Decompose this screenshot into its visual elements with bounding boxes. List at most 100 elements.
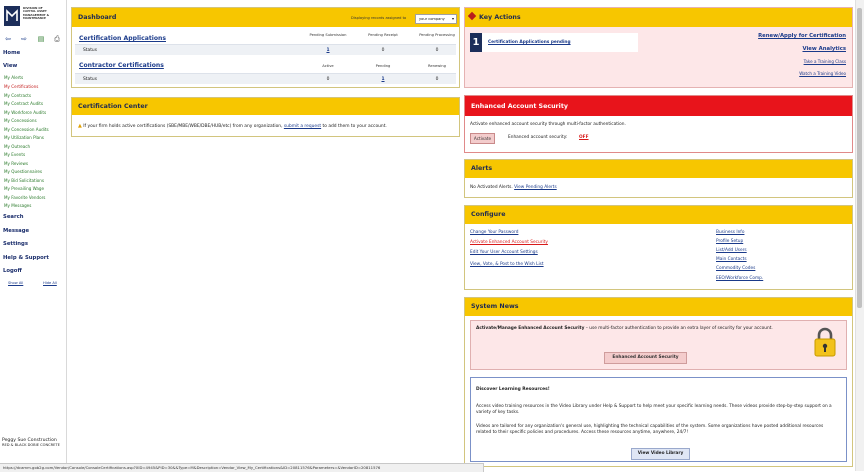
table-row: Status 0 1 0 bbox=[75, 73, 456, 84]
commodity-codes-link[interactable]: Commodity Codes bbox=[716, 266, 755, 271]
col-pending-processing: Pending Processing bbox=[419, 33, 455, 37]
contractor-certifications-link[interactable]: Contractor Certifications bbox=[79, 62, 164, 69]
view-pending-alerts-link[interactable]: View Pending Alerts bbox=[514, 185, 557, 190]
sidebar-item-my-messages[interactable]: My Messages bbox=[4, 203, 31, 208]
pending-count[interactable]: 1 bbox=[363, 77, 403, 82]
take-training-class-link[interactable]: Take a Training Class bbox=[804, 59, 846, 64]
sidebar-item-my-contract-audits[interactable]: My Contract Audits bbox=[4, 101, 43, 106]
row-label: Status bbox=[83, 48, 97, 53]
logo-text: Division of Capital Asset Management & M… bbox=[23, 6, 50, 21]
submit-request-link[interactable]: submit a request bbox=[284, 124, 321, 129]
security-status-label: Enhanced account security: bbox=[508, 135, 568, 140]
change-password-link[interactable]: Change Your Password bbox=[470, 230, 518, 235]
configure-title: Configure bbox=[471, 211, 506, 218]
table-row: Status 1 0 0 bbox=[75, 44, 456, 55]
show-all-link[interactable]: Show All bbox=[8, 281, 23, 285]
key-actions-header: Key Actions bbox=[465, 8, 852, 27]
enhanced-security-description: Activate enhanced account security throu… bbox=[470, 122, 626, 127]
enhanced-security-button[interactable]: Enhanced Account Security bbox=[604, 352, 687, 364]
edit-account-settings-link[interactable]: Edit Your User Account Settings bbox=[470, 250, 538, 255]
alerts-title: Alerts bbox=[471, 165, 493, 172]
sidebar-item-my-reviews[interactable]: My Reviews bbox=[4, 161, 28, 166]
company-info: Peggy Sue Construction Red & Black Dobie… bbox=[2, 438, 66, 449]
key-actions-title: Key Actions bbox=[479, 14, 521, 21]
forward-arrow-icon[interactable]: ⇨ bbox=[20, 35, 28, 43]
sidebar-item-my-utilization-plans[interactable]: My Utilization Plans bbox=[4, 135, 44, 140]
watch-training-video-link[interactable]: Watch a Training Video bbox=[799, 71, 846, 76]
certification-center-title: Certification Center bbox=[78, 103, 148, 110]
col-pending-receipt: Pending Receipt bbox=[368, 33, 398, 37]
nav-logoff[interactable]: Logoff bbox=[3, 268, 22, 274]
company-subname: Red & Black Dobie Concrete bbox=[2, 443, 60, 448]
displaying-label: Displaying records assigned to bbox=[351, 16, 407, 20]
active-count: 0 bbox=[326, 77, 330, 82]
nav-help-support[interactable]: Help & Support bbox=[3, 255, 49, 261]
nav-view[interactable]: View bbox=[3, 63, 17, 69]
pending-receipt-count: 0 bbox=[381, 48, 385, 53]
warning-icon: ▲ bbox=[78, 123, 82, 129]
sidebar-item-my-concessions[interactable]: My Concessions bbox=[4, 118, 37, 123]
sidebar-item-my-concession-audits[interactable]: My Concession Audits bbox=[4, 127, 49, 132]
security-status-value[interactable]: OFF bbox=[579, 135, 589, 140]
back-arrow-icon[interactable]: ⇦ bbox=[4, 35, 12, 43]
sidebar-item-my-prevailing-wage[interactable]: My Prevailing Wage bbox=[4, 186, 44, 191]
certification-applications-link[interactable]: Certification Applications bbox=[79, 35, 166, 42]
profile-setup-link[interactable]: Profile Setup bbox=[716, 239, 743, 244]
sidebar-item-my-outreach[interactable]: My Outreach bbox=[4, 144, 30, 149]
view-analytics-link[interactable]: View Analytics bbox=[802, 46, 846, 52]
sidebar-item-my-alerts[interactable]: My Alerts bbox=[4, 75, 23, 80]
learning-news-item: Discover Learning Resources! Access vide… bbox=[470, 377, 847, 462]
wish-list-link[interactable]: View, Vote, & Post to the Wish List bbox=[470, 262, 544, 267]
nav-search[interactable]: Search bbox=[3, 214, 24, 220]
view-video-library-button[interactable]: View Video Library bbox=[631, 448, 690, 460]
nav-message[interactable]: Message bbox=[3, 228, 29, 234]
print-icon[interactable]: ⎙ bbox=[53, 35, 61, 43]
learning-news-title: Discover Learning Resources! bbox=[476, 387, 550, 392]
main-contacts-link[interactable]: Main Contacts bbox=[716, 257, 747, 262]
chevron-down-icon: ▾ bbox=[451, 16, 454, 21]
nav-settings[interactable]: Settings bbox=[3, 241, 28, 247]
sidebar-item-my-contracts[interactable]: My Contracts bbox=[4, 93, 31, 98]
business-info-link[interactable]: Business Info bbox=[716, 230, 744, 235]
eeo-workforce-link[interactable]: EEO/Workforce Comp. bbox=[716, 276, 763, 281]
vertical-scrollbar[interactable] bbox=[855, 0, 864, 471]
lock-icon bbox=[813, 326, 837, 358]
list-add-users-link[interactable]: List/Add Users bbox=[716, 248, 747, 253]
cert-msg-text-end: to add them to your account. bbox=[322, 124, 387, 129]
hide-all-link[interactable]: Hide All bbox=[43, 281, 57, 285]
activate-button[interactable]: Activate bbox=[470, 133, 495, 144]
cert-msg-text: If your firm holds active certifications… bbox=[83, 124, 283, 129]
sidebar-item-my-favorite-vendors[interactable]: My Favorite Vendors bbox=[4, 195, 45, 200]
pending-count-badge: 1 bbox=[470, 33, 482, 52]
configure-panel: Configure Change Your Password Activate … bbox=[464, 205, 853, 290]
certification-center-header: Certification Center bbox=[72, 98, 459, 115]
dashboard-header: Dashboard Displaying records assigned to… bbox=[72, 8, 459, 27]
activate-security-link[interactable]: Activate Enhanced Account Security bbox=[470, 240, 548, 245]
pending-submission-count[interactable]: 1 bbox=[308, 48, 348, 53]
col-pending-submission: Pending Submission bbox=[309, 33, 347, 37]
alerts-header: Alerts bbox=[465, 160, 852, 178]
sidebar-item-my-questionnaires[interactable]: My Questionnaires bbox=[4, 169, 42, 174]
sidebar-item-my-workforce-audits[interactable]: My Workforce Audits bbox=[4, 110, 46, 115]
key-actions-panel: Key Actions 1 Certification Applications… bbox=[464, 7, 853, 88]
sidebar-item-my-certifications[interactable]: My Certifications bbox=[4, 84, 38, 89]
security-news-text: Activate/Manage Enhanced Account Securit… bbox=[476, 326, 796, 332]
pending-applications-box[interactable]: 1 Certification Applications pending bbox=[470, 33, 638, 52]
export-icon[interactable]: ▤ bbox=[37, 35, 45, 43]
certification-applications-pending-link[interactable]: Certification Applications pending bbox=[488, 40, 571, 45]
sidebar-item-my-events[interactable]: My Events bbox=[4, 152, 25, 157]
scrollbar-thumb[interactable] bbox=[857, 8, 862, 308]
company-select[interactable]: your company ▾ bbox=[415, 14, 457, 24]
alerts-panel: Alerts No Activated Alerts. View Pending… bbox=[464, 159, 853, 198]
enhanced-security-header: Enhanced Account Security bbox=[465, 96, 852, 116]
certification-center-message: ▲ If your firm holds active certificatio… bbox=[78, 123, 387, 129]
renew-apply-certification-link[interactable]: Renew/Apply for Certification bbox=[758, 33, 846, 39]
dcamm-logo[interactable]: Division of Capital Asset Management & M… bbox=[4, 6, 64, 28]
row-label: Status bbox=[83, 77, 97, 82]
nav-home[interactable]: Home bbox=[3, 50, 20, 56]
security-news-item: Activate/Manage Enhanced Account Securit… bbox=[470, 320, 847, 370]
security-news-body: – use multi-factor authentication to pro… bbox=[584, 326, 773, 331]
sidebar-item-my-bid-solicitations[interactable]: My Bid Solicitations bbox=[4, 178, 44, 183]
learning-news-paragraph-2: Videos are tailored for any organization… bbox=[476, 424, 824, 436]
dcamm-logo-mark bbox=[4, 6, 20, 26]
